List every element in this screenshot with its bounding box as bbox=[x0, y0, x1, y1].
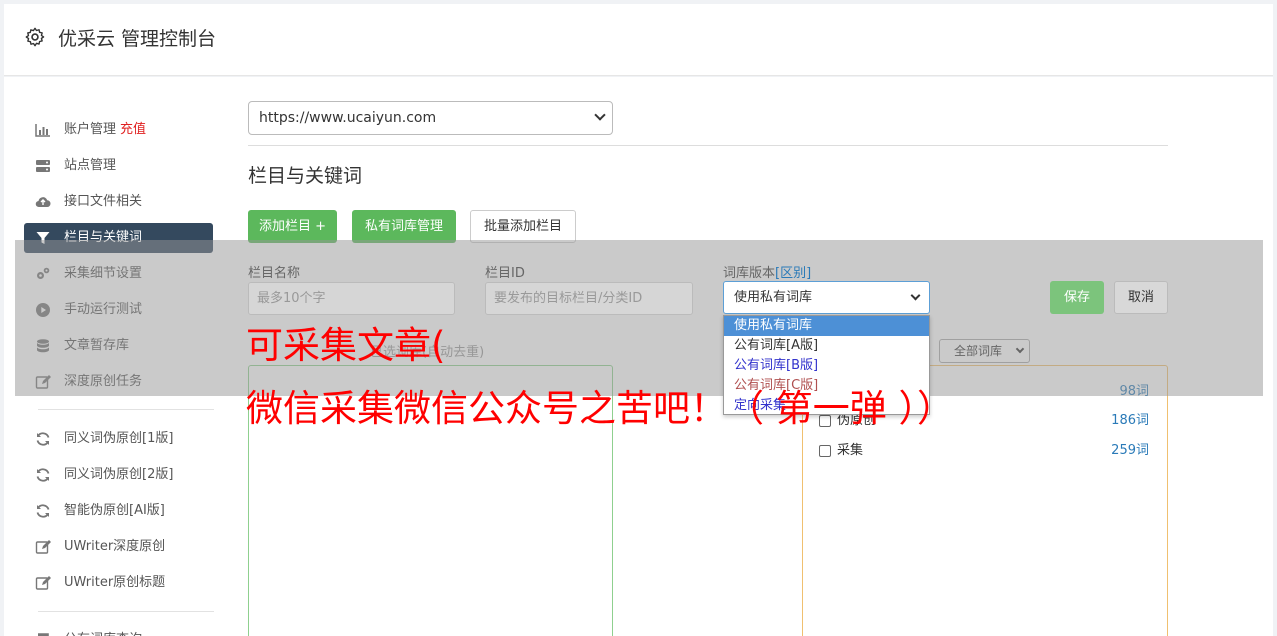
edit-icon bbox=[35, 576, 51, 590]
refresh-icon bbox=[36, 468, 50, 482]
lexicon-count: 259词 bbox=[1111, 443, 1149, 458]
bar-chart-icon bbox=[35, 124, 50, 137]
sidebar-item-label: 同义词伪原创[1版] bbox=[64, 431, 174, 446]
column-name-input[interactable]: 最多10个字 bbox=[248, 282, 455, 315]
sidebar-item-synonym-1[interactable]: 同义词伪原创[1版] bbox=[24, 424, 213, 454]
sidebar-item-account[interactable]: 账户管理 充值 bbox=[24, 115, 213, 145]
lexicon-count: 186词 bbox=[1111, 413, 1149, 428]
recharge-link[interactable]: 充值 bbox=[120, 122, 146, 137]
lexicon-version-select[interactable]: 使用私有词库 bbox=[723, 281, 930, 314]
sidebar-divider bbox=[38, 611, 214, 612]
chevron-down-icon bbox=[910, 290, 921, 301]
sidebar-item-label: 智能伪原创[AI版] bbox=[64, 503, 165, 518]
sidebar-item-label: 账户管理 bbox=[64, 122, 117, 137]
difference-link[interactable]: [区别] bbox=[775, 266, 811, 281]
sidebar-item-label: 站点管理 bbox=[64, 158, 117, 173]
sidebar-item-interface[interactable]: 接口文件相关 bbox=[24, 187, 213, 217]
column-id-label: 栏目ID bbox=[485, 266, 525, 281]
dropdown-option[interactable]: 使用私有词库 bbox=[724, 316, 929, 336]
sidebar-item-label: 接口文件相关 bbox=[64, 194, 143, 209]
refresh-icon bbox=[36, 432, 50, 446]
dropdown-option[interactable]: 公有词库[B版] bbox=[724, 356, 929, 376]
sidebar-item-uwriter-deep[interactable]: UWriter深度原创 bbox=[24, 532, 213, 562]
cloud-upload-icon bbox=[35, 197, 51, 208]
lexicon-version-text: 词库版本 bbox=[723, 266, 776, 281]
sidebar-item-label: UWriter原创标题 bbox=[64, 575, 166, 590]
divider bbox=[248, 145, 1168, 146]
sidebar-divider bbox=[38, 409, 214, 410]
gear-icon bbox=[25, 27, 45, 47]
column-name-label: 栏目名称 bbox=[248, 266, 301, 281]
add-column-button[interactable]: 添加栏目 + bbox=[248, 210, 337, 243]
sidebar-item-label: 公有词库查询 bbox=[64, 625, 142, 636]
top-bar: 优采云 管理控制台 bbox=[4, 4, 1273, 76]
save-button[interactable]: 保存 bbox=[1050, 281, 1104, 314]
caption-line-2: 微信采集微信公众号之苦吧！（ 第一弹 ）） bbox=[246, 387, 955, 430]
server-icon bbox=[36, 160, 50, 172]
section-title: 栏目与关键词 bbox=[248, 165, 363, 187]
sidebar-item-label: 同义词伪原创[2版] bbox=[64, 467, 174, 482]
list-item[interactable]: 采集 259词 bbox=[819, 441, 1149, 461]
caption-line-1: 可采集文章( bbox=[246, 324, 446, 367]
sidebar-item-synonym-2[interactable]: 同义词伪原创[2版] bbox=[24, 460, 213, 490]
refresh-icon bbox=[36, 504, 50, 518]
edit-icon bbox=[35, 540, 51, 554]
site-select[interactable]: https://www.ucaiyun.com bbox=[248, 101, 613, 135]
column-id-input[interactable]: 要发布的目标栏目/分类ID bbox=[485, 282, 693, 315]
sidebar-item-public-lexicon[interactable]: 公有词库查询 bbox=[24, 625, 213, 636]
lexicon-version-label: 词库版本[区别] bbox=[723, 262, 811, 281]
sidebar-item-ai[interactable]: 智能伪原创[AI版] bbox=[24, 496, 213, 526]
sidebar-item-label: UWriter深度原创 bbox=[64, 539, 166, 554]
lexicon-name: 采集 bbox=[837, 443, 864, 458]
sidebar-item-sites[interactable]: 站点管理 bbox=[24, 151, 213, 181]
cancel-button[interactable]: 取消 bbox=[1114, 281, 1168, 314]
batch-add-button[interactable]: 批量添加栏目 bbox=[470, 210, 576, 243]
form-overlay bbox=[15, 240, 1263, 396]
chevron-down-icon bbox=[594, 109, 606, 121]
lexicon-version-value: 使用私有词库 bbox=[734, 290, 813, 305]
site-select-value: https://www.ucaiyun.com bbox=[259, 110, 437, 126]
dropdown-option[interactable]: 公有词库[A版] bbox=[724, 336, 929, 356]
private-lexicon-button[interactable]: 私有词库管理 bbox=[352, 210, 456, 243]
book-icon bbox=[38, 633, 49, 636]
page-title: 优采云 管理控制台 bbox=[58, 28, 217, 50]
sidebar-item-uwriter-title[interactable]: UWriter原创标题 bbox=[24, 568, 213, 598]
lexicon-checkbox[interactable] bbox=[819, 445, 831, 457]
